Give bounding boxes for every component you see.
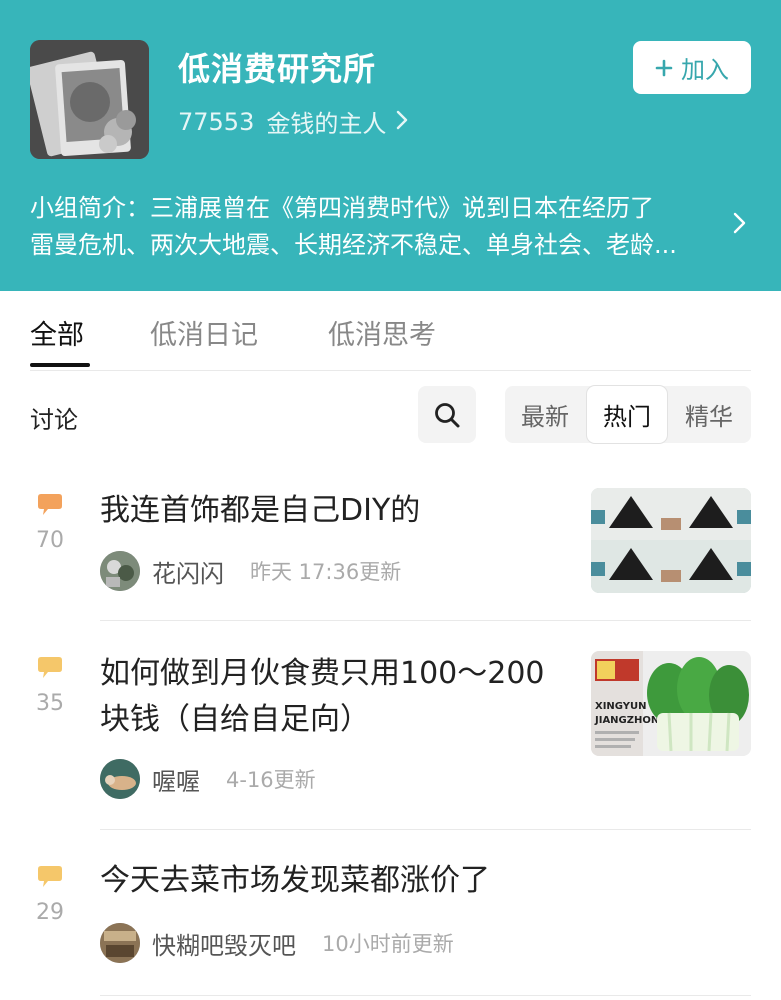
speech-bubble-icon xyxy=(38,866,62,888)
reply-count: 29 xyxy=(36,900,64,925)
speech-bubble-icon xyxy=(38,657,62,679)
author-name[interactable]: 喔喔 xyxy=(152,762,200,797)
topic-title[interactable]: 今天去菜市场发现菜都涨价了 xyxy=(100,858,490,904)
sort-toggle: 最新 热门 精华 xyxy=(505,386,751,443)
active-tab-indicator xyxy=(30,363,90,367)
sort-hot[interactable]: 热门 xyxy=(587,386,667,443)
speech-bubble-icon xyxy=(38,494,62,516)
chevron-right-icon xyxy=(396,109,408,135)
search-icon xyxy=(435,402,460,427)
intro-text-1: 三浦展曾在《第四消费时代》说到日本在经历了 xyxy=(150,194,654,222)
divider xyxy=(100,620,751,621)
group-header: 低消费研究所 77553 金钱的主人 加入 小组简介：三浦展曾在《第四消费时代》… xyxy=(0,0,781,291)
topic-title-line: 我连首饰都是自己DIY的 xyxy=(100,493,421,528)
group-intro[interactable]: 小组简介：三浦展曾在《第四消费时代》说到日本在经历了 雷曼危机、两次大地震、长期… xyxy=(30,190,720,264)
avatar[interactable] xyxy=(100,759,140,799)
topic-title[interactable]: 我连首饰都是自己DIY的 xyxy=(100,488,420,534)
topic-thumbnail[interactable] xyxy=(591,488,751,593)
avatar[interactable] xyxy=(100,923,140,963)
plus-icon xyxy=(655,54,673,82)
avatar[interactable] xyxy=(100,551,140,591)
divider xyxy=(100,829,751,830)
topic-title-line: 如何做到月伙食费只用100～200 xyxy=(100,656,545,691)
search-button[interactable] xyxy=(418,386,476,443)
author-row: 喔喔 4-16更新 xyxy=(100,759,316,799)
group-avatar[interactable] xyxy=(30,40,149,159)
topic-title[interactable]: 如何做到月伙食费只用100～200 块钱（自给自足向） xyxy=(100,651,545,743)
group-title: 低消费研究所 xyxy=(178,50,377,88)
author-row: 快糊吧毁灭吧 10小时前更新 xyxy=(100,923,454,963)
update-time: 10小时前更新 xyxy=(322,932,454,956)
reply-count: 70 xyxy=(36,528,64,553)
tab-thinking[interactable]: 低消思考 xyxy=(328,313,436,352)
tab-diary[interactable]: 低消日记 xyxy=(150,313,258,352)
author-name[interactable]: 花闪闪 xyxy=(152,554,224,589)
intro-label: 小组简介： xyxy=(30,194,150,222)
money-photo-image xyxy=(30,40,149,159)
tab-bar: 全部 低消日记 低消思考 xyxy=(0,291,781,371)
thumbnail-text: XINGYUN xyxy=(595,701,647,712)
reply-count: 35 xyxy=(36,691,64,716)
member-link[interactable]: 77553 金钱的主人 xyxy=(178,104,408,139)
topic-thumbnail[interactable]: XINGYUN JIANGZHONG xyxy=(591,651,751,756)
topic-title-line: 块钱（自给自足向） xyxy=(100,702,370,737)
join-label: 加入 xyxy=(681,56,729,84)
sort-newest[interactable]: 最新 xyxy=(505,386,585,443)
author-row: 花闪闪 昨天 17:36更新 xyxy=(100,551,401,591)
topic-title-line: 今天去菜市场发现菜都涨价了 xyxy=(100,863,490,898)
update-time: 4-16更新 xyxy=(226,768,316,792)
divider xyxy=(100,995,751,996)
tab-all[interactable]: 全部 xyxy=(30,313,84,352)
chevron-right-icon[interactable] xyxy=(730,205,750,241)
section-label: 讨论 xyxy=(30,406,78,434)
member-count: 77553 xyxy=(178,107,255,136)
join-button[interactable]: 加入 xyxy=(633,41,751,94)
intro-line-1: 小组简介：三浦展曾在《第四消费时代》说到日本在经历了 xyxy=(30,190,720,227)
intro-text-2: 雷曼危机、两次大地震、长期经济不稳定、单身社会、老龄... xyxy=(30,231,677,259)
member-label: 金钱的主人 xyxy=(266,110,387,138)
author-name[interactable]: 快糊吧毁灭吧 xyxy=(152,926,296,961)
divider xyxy=(30,370,751,371)
sort-featured[interactable]: 精华 xyxy=(669,386,749,443)
update-time: 昨天 17:36更新 xyxy=(250,560,402,584)
